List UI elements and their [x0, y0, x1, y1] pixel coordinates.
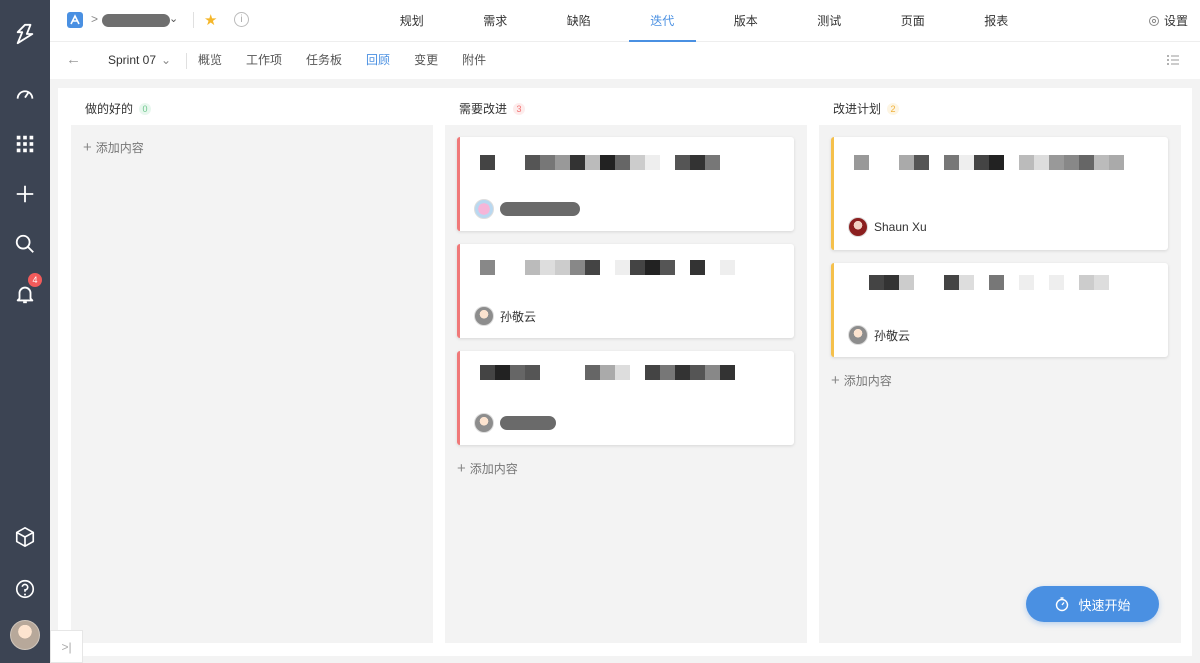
dashboard-icon[interactable]: [11, 80, 39, 108]
notification-badge: 4: [28, 273, 42, 287]
add-content-button[interactable]: + 添加内容: [457, 460, 518, 477]
column-needs-improvement: 需要改进 3 孙敬云 + 添加内容: [445, 88, 807, 643]
logo-icon[interactable]: [11, 20, 39, 48]
add-content-button[interactable]: + 添加内容: [831, 372, 892, 389]
column-header: 改进计划 2: [833, 100, 900, 117]
add-content-label: 添加内容: [843, 374, 892, 388]
cube-icon[interactable]: [11, 523, 39, 551]
app-sidebar: 4: [0, 0, 50, 663]
nav-pages[interactable]: 页面: [871, 0, 955, 42]
avatar: [848, 217, 868, 237]
sprint-label: Sprint 07: [108, 53, 157, 67]
nav-version[interactable]: 版本: [704, 0, 788, 42]
card-assignee: 孙敬云: [474, 306, 536, 326]
main-nav: 规划 需求 缺陷 迭代 版本 测试 页面 报表: [370, 0, 1038, 42]
nav-plan[interactable]: 规划: [370, 0, 454, 42]
column-header: 需要改进 3: [459, 100, 526, 117]
avatar: [474, 306, 494, 326]
retro-card[interactable]: [457, 137, 794, 231]
add-content-label: 添加内容: [95, 141, 144, 155]
stopwatch-icon: [1056, 597, 1069, 612]
card-text-redacted: [480, 365, 735, 395]
list-view-icon[interactable]: [1166, 53, 1180, 67]
assignee-name-redacted: [500, 416, 556, 430]
column-count-badge: 3: [513, 102, 526, 115]
add-content-label: 添加内容: [469, 462, 518, 476]
sprint-selector[interactable]: Sprint 07 ⌄: [108, 53, 171, 67]
card-assignee: 孙敬云: [848, 325, 910, 345]
breadcrumb-chevron-icon: >: [91, 12, 99, 26]
card-text-redacted: [854, 275, 1109, 305]
column-body: + 添加内容: [71, 125, 433, 643]
project-logo-icon[interactable]: [67, 12, 83, 28]
column-count-badge: 0: [139, 102, 152, 115]
help-icon[interactable]: [11, 575, 39, 603]
plus-icon: +: [83, 138, 92, 156]
tab-task-board[interactable]: 任务板: [294, 42, 354, 79]
tab-work-items[interactable]: 工作项: [234, 42, 294, 79]
nav-iteration[interactable]: 迭代: [621, 0, 705, 42]
assignee-name: 孙敬云: [500, 309, 537, 324]
quick-start-button[interactable]: 快速开始: [1026, 586, 1159, 622]
plus-icon: +: [457, 459, 466, 477]
back-arrow-icon[interactable]: ←: [66, 51, 81, 68]
card-text-redacted: [854, 155, 1124, 185]
nav-testing[interactable]: 测试: [788, 0, 872, 42]
column-title: 做的好的: [85, 102, 134, 116]
tab-attachments[interactable]: 附件: [450, 42, 498, 79]
card-text-redacted: [480, 260, 735, 290]
assignee-name: Shaun Xu: [874, 220, 927, 234]
retro-card[interactable]: [457, 351, 794, 445]
settings-label: 设置: [1163, 14, 1188, 28]
column-improvement-plan: 改进计划 2 Shaun Xu 孙敬云 + 添加内容: [819, 88, 1181, 643]
assignee-name: 孙敬云: [874, 328, 911, 343]
avatar: [474, 413, 494, 433]
assignee-name-redacted: [500, 202, 580, 216]
top-header: > ⌄ ★ i 规划 需求 缺陷 迭代 版本 测试 页面 报表 设置: [50, 0, 1200, 42]
column-header: 做的好的 0: [85, 100, 152, 117]
project-dropdown-icon[interactable]: ⌄: [169, 12, 178, 25]
retro-board: 做的好的 0 + 添加内容 需要改进 3 孙敬云 + 添加内容 改进计划 2 S…: [58, 88, 1192, 656]
chevron-down-icon: ⌄: [161, 53, 172, 67]
card-text-redacted: [480, 155, 720, 185]
column-title: 改进计划: [833, 102, 882, 116]
column-count-badge: 2: [887, 102, 900, 115]
column-body: Shaun Xu 孙敬云 + 添加内容: [819, 125, 1181, 643]
collapse-sidebar-button[interactable]: >|: [50, 630, 83, 663]
tab-overview[interactable]: 概览: [186, 42, 234, 79]
search-icon[interactable]: [11, 230, 39, 258]
nav-requirements[interactable]: 需求: [454, 0, 538, 42]
tab-changes[interactable]: 变更: [402, 42, 450, 79]
column-went-well: 做的好的 0 + 添加内容: [71, 88, 433, 643]
plus-icon[interactable]: [11, 180, 39, 208]
column-body: 孙敬云 + 添加内容: [445, 125, 807, 643]
card-assignee: [474, 199, 580, 219]
plus-icon: +: [831, 371, 840, 389]
project-name[interactable]: [102, 14, 170, 27]
card-assignee: Shaun Xu: [848, 217, 927, 237]
user-avatar[interactable]: [10, 620, 40, 650]
add-content-button[interactable]: + 添加内容: [83, 139, 144, 156]
gear-icon: [1148, 15, 1159, 26]
avatar: [848, 325, 868, 345]
tab-retrospective[interactable]: 回顾: [354, 42, 402, 79]
info-icon[interactable]: i: [234, 12, 249, 27]
nav-defects[interactable]: 缺陷: [537, 0, 621, 42]
sub-header: ← Sprint 07 ⌄ 概览 工作项 任务板 回顾 变更 附件: [50, 42, 1200, 79]
sprint-tabs: 概览 工作项 任务板 回顾 变更 附件: [186, 42, 498, 79]
quick-start-label: 快速开始: [1078, 597, 1131, 613]
card-assignee: [474, 413, 556, 433]
nav-reports[interactable]: 报表: [955, 0, 1039, 42]
avatar: [474, 199, 494, 219]
apps-grid-icon[interactable]: [11, 130, 39, 158]
star-icon[interactable]: ★: [204, 11, 217, 29]
collapse-icon: >|: [61, 639, 72, 654]
divider: [193, 12, 194, 28]
retro-card[interactable]: Shaun Xu: [831, 137, 1168, 250]
column-title: 需要改进: [459, 102, 508, 116]
settings-button[interactable]: 设置: [1148, 12, 1188, 29]
retro-card[interactable]: 孙敬云: [831, 263, 1168, 357]
retro-card[interactable]: 孙敬云: [457, 244, 794, 338]
